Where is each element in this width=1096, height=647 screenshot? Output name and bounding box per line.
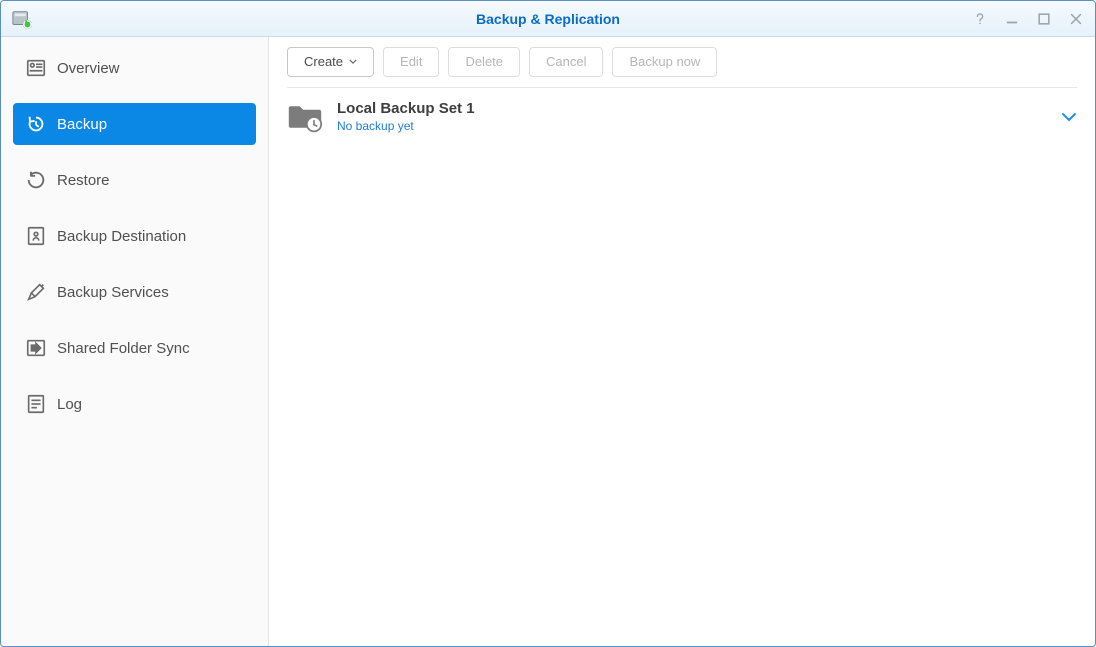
sidebar-item-label: Restore	[57, 172, 110, 189]
main-panel: Create Edit Delete Cancel Backup now	[269, 37, 1095, 646]
sidebar-item-services[interactable]: Backup Services	[13, 271, 256, 313]
shared-sync-icon	[25, 337, 47, 359]
sidebar-item-log[interactable]: Log	[13, 383, 256, 425]
sidebar-item-restore[interactable]: Restore	[13, 159, 256, 201]
window-body: Overview Backup Restore Backup Destinati…	[1, 37, 1095, 646]
help-icon[interactable]	[971, 12, 989, 26]
backup-icon	[25, 113, 47, 135]
sidebar-item-overview[interactable]: Overview	[13, 47, 256, 89]
destination-icon	[25, 225, 47, 247]
backup-task-row[interactable]: Local Backup Set 1 No backup yet	[269, 88, 1095, 146]
restore-icon	[25, 169, 47, 191]
button-label: Create	[304, 54, 343, 70]
task-text: Local Backup Set 1 No backup yet	[337, 100, 1061, 133]
button-label: Edit	[400, 54, 422, 70]
titlebar: Backup & Replication	[1, 1, 1095, 37]
task-title: Local Backup Set 1	[337, 100, 1061, 117]
toolbar: Create Edit Delete Cancel Backup now	[269, 37, 1095, 87]
sidebar: Overview Backup Restore Backup Destinati…	[1, 37, 269, 646]
sidebar-item-label: Backup Services	[57, 284, 169, 301]
sidebar-item-label: Shared Folder Sync	[57, 340, 190, 357]
window-title: Backup & Replication	[476, 11, 620, 27]
window-controls	[971, 12, 1085, 26]
sidebar-item-label: Backup Destination	[57, 228, 186, 245]
create-button[interactable]: Create	[287, 47, 374, 77]
app-icon	[11, 8, 33, 30]
edit-button[interactable]: Edit	[383, 47, 439, 77]
services-icon	[25, 281, 47, 303]
log-icon	[25, 393, 47, 415]
sidebar-item-label: Backup	[57, 116, 107, 133]
cancel-button[interactable]: Cancel	[529, 47, 603, 77]
backup-now-button[interactable]: Backup now	[612, 47, 717, 77]
folder-clock-icon	[287, 100, 323, 134]
sidebar-item-label: Overview	[57, 60, 120, 77]
button-label: Delete	[465, 54, 503, 70]
button-label: Backup now	[629, 54, 700, 70]
sidebar-item-shared-sync[interactable]: Shared Folder Sync	[13, 327, 256, 369]
overview-icon	[25, 57, 47, 79]
close-icon[interactable]	[1067, 12, 1085, 26]
sidebar-item-destination[interactable]: Backup Destination	[13, 215, 256, 257]
sidebar-item-backup[interactable]: Backup	[13, 103, 256, 145]
maximize-icon[interactable]	[1035, 12, 1053, 26]
button-label: Cancel	[546, 54, 586, 70]
minimize-icon[interactable]	[1003, 12, 1021, 26]
sidebar-item-label: Log	[57, 396, 82, 413]
delete-button[interactable]: Delete	[448, 47, 520, 77]
task-status: No backup yet	[337, 119, 1061, 133]
app-window: Backup & Replication Overview	[0, 0, 1096, 647]
caret-down-icon	[349, 59, 357, 64]
chevron-down-icon[interactable]	[1061, 112, 1077, 122]
